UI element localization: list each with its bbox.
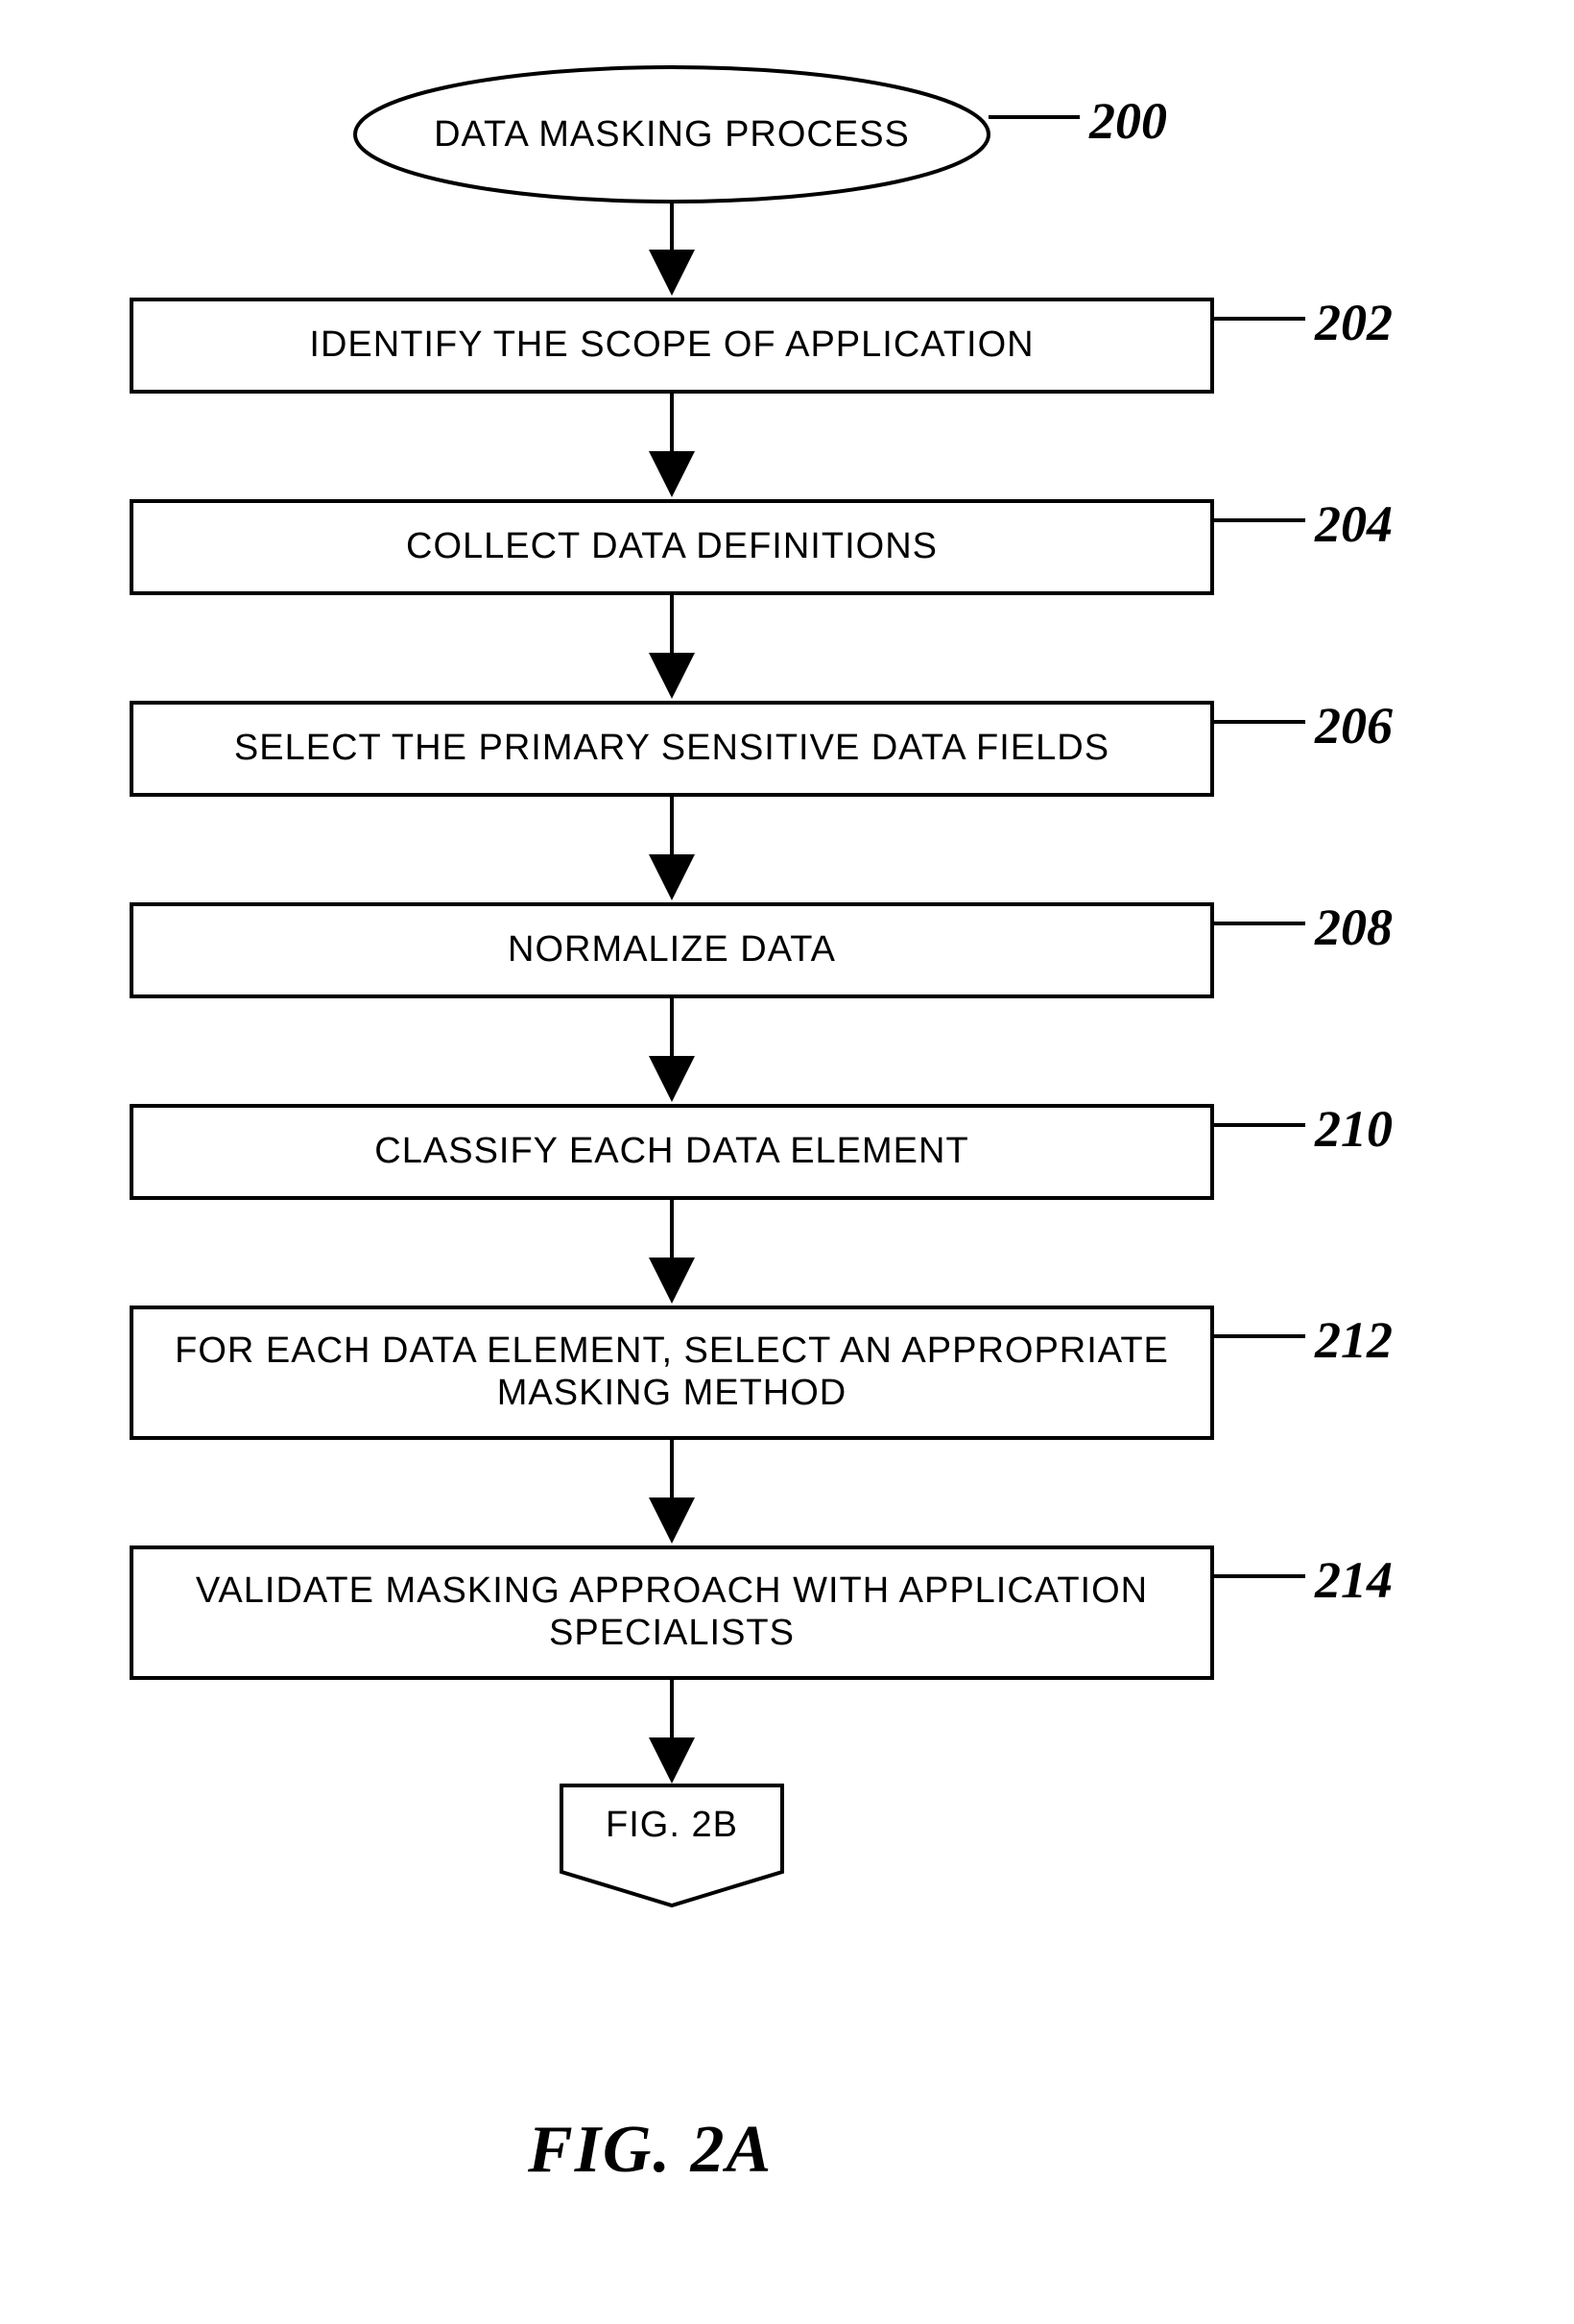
offpage-connector-label: FIG. 2B	[561, 1805, 782, 1846]
step-214-label: VALIDATE MASKING APPROACH WITH APPLICATI…	[145, 1570, 1199, 1654]
step-208-label: NORMALIZE DATA	[508, 929, 836, 971]
ref-204: 204	[1315, 494, 1393, 554]
ref-206: 206	[1315, 696, 1393, 755]
step-212-label: FOR EACH DATA ELEMENT, SELECT AN APPROPR…	[145, 1330, 1199, 1414]
ref-202: 202	[1315, 293, 1393, 352]
ref-212: 212	[1315, 1310, 1393, 1370]
step-204: COLLECT DATA DEFINITIONS	[130, 499, 1214, 595]
step-212: FOR EACH DATA ELEMENT, SELECT AN APPROPR…	[130, 1306, 1214, 1440]
step-210: CLASSIFY EACH DATA ELEMENT	[130, 1104, 1214, 1200]
ref-208: 208	[1315, 898, 1393, 957]
leader-line-210	[1214, 1123, 1305, 1127]
ref-200: 200	[1089, 91, 1167, 151]
ref-210: 210	[1315, 1099, 1393, 1159]
leader-line-206	[1214, 720, 1305, 724]
leader-line-208	[1214, 922, 1305, 925]
step-202-label: IDENTIFY THE SCOPE OF APPLICATION	[309, 324, 1034, 367]
figure-caption: FIG. 2A	[528, 2112, 773, 2189]
step-204-label: COLLECT DATA DEFINITIONS	[406, 526, 938, 568]
step-206: SELECT THE PRIMARY SENSITIVE DATA FIELDS	[130, 701, 1214, 797]
step-206-label: SELECT THE PRIMARY SENSITIVE DATA FIELDS	[234, 728, 1109, 770]
step-214: VALIDATE MASKING APPROACH WITH APPLICATI…	[130, 1545, 1214, 1680]
leader-line-214	[1214, 1574, 1305, 1578]
leader-line-204	[1214, 518, 1305, 522]
terminator-label: DATA MASKING PROCESS	[355, 106, 989, 163]
step-202: IDENTIFY THE SCOPE OF APPLICATION	[130, 298, 1214, 394]
ref-214: 214	[1315, 1550, 1393, 1610]
leader-line-202	[1214, 317, 1305, 321]
leader-line-200	[989, 115, 1080, 119]
step-210-label: CLASSIFY EACH DATA ELEMENT	[374, 1131, 968, 1173]
step-208: NORMALIZE DATA	[130, 902, 1214, 998]
leader-line-212	[1214, 1334, 1305, 1338]
flowchart-canvas: { "start": { "label": "DATA MASKING PROC…	[0, 0, 1574, 2324]
